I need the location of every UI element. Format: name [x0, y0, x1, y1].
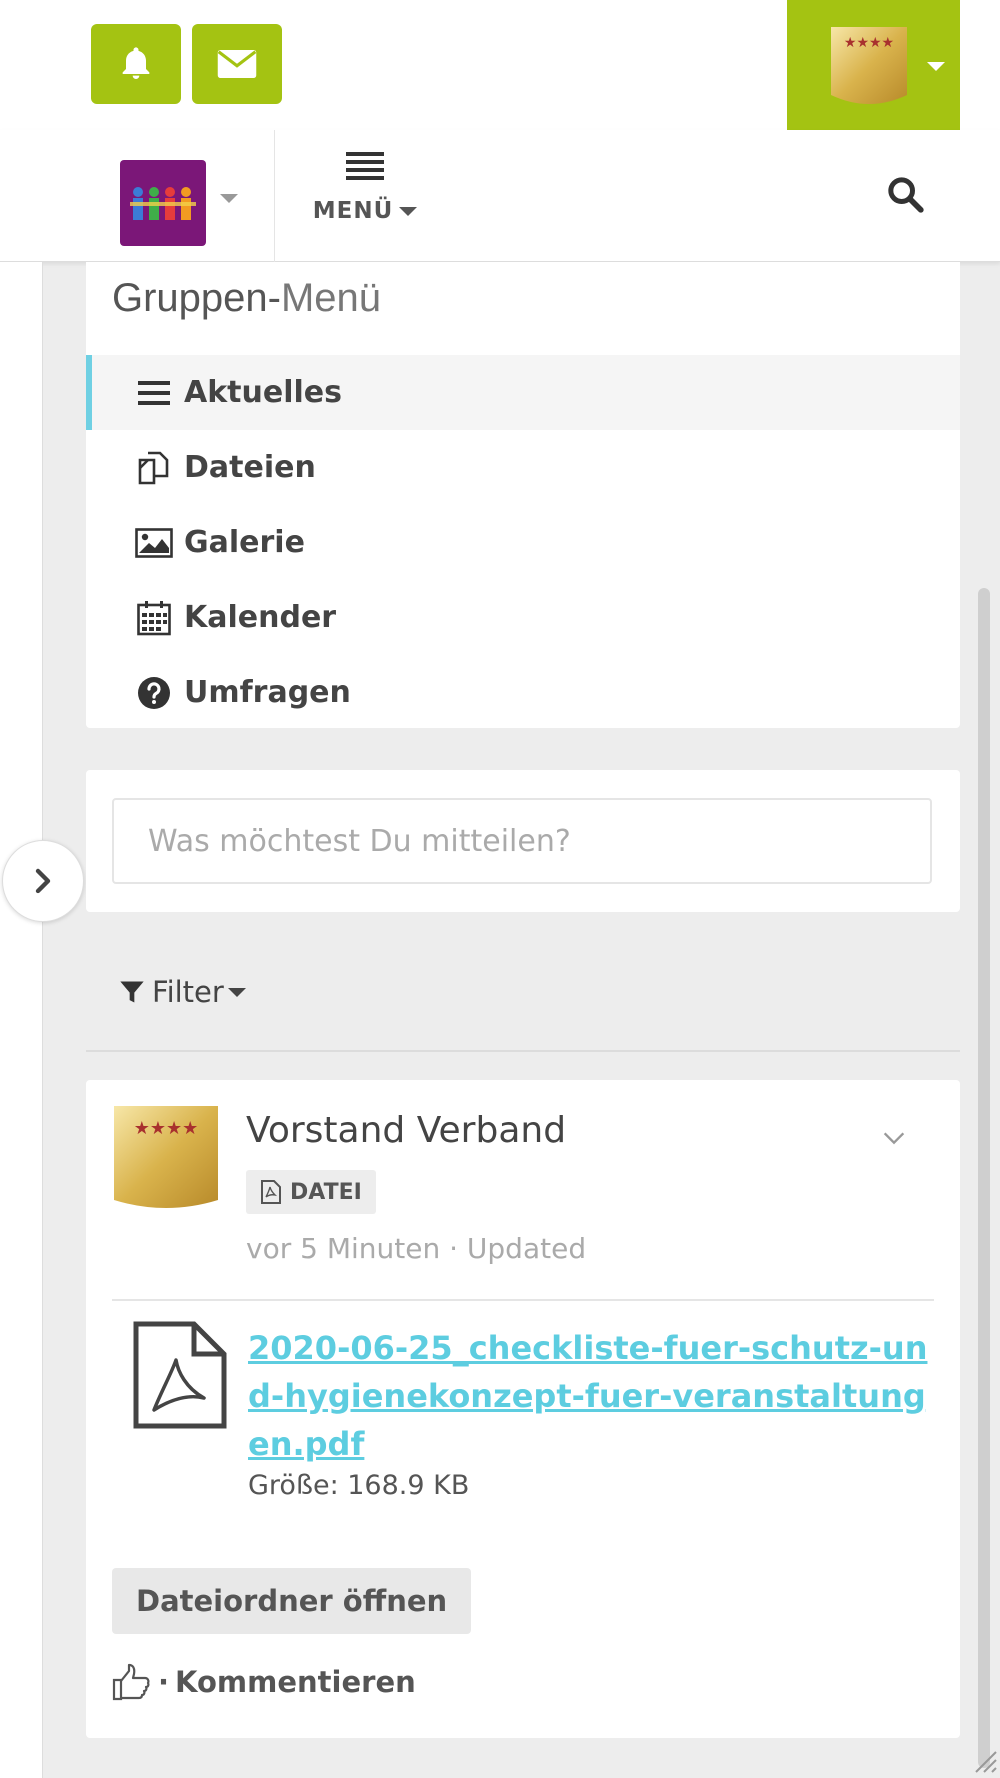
space-chooser-chevron-icon[interactable] [220, 194, 238, 203]
group-menu-item-aktuelles[interactable]: Aktuelles [86, 355, 960, 430]
messages-button[interactable] [192, 24, 282, 104]
image-icon [134, 523, 174, 563]
chevron-down-icon[interactable] [880, 1124, 908, 1152]
left-sidebar-edge [0, 262, 43, 1778]
content-type-label: DATEI [290, 1179, 362, 1205]
group-menu-item-galerie[interactable]: Galerie [86, 505, 960, 580]
group-menu-item-dateien[interactable]: Dateien [86, 430, 960, 505]
search-button[interactable] [885, 174, 929, 218]
envelope-icon [217, 50, 257, 78]
action-separator: · [158, 1665, 170, 1699]
menu-item-label: Galerie [184, 525, 305, 560]
menu-item-label: Dateien [184, 450, 316, 485]
entry-divider [112, 1299, 934, 1301]
question-icon [134, 673, 174, 713]
bell-icon [122, 47, 150, 79]
chevron-right-icon [35, 868, 51, 894]
filter-divider [86, 1050, 960, 1052]
chevron-down-icon [399, 207, 418, 216]
chevron-down-icon [227, 987, 246, 997]
search-icon [888, 177, 924, 213]
menu-label: MENÜ [313, 198, 418, 224]
thumbs-up-icon[interactable] [112, 1662, 152, 1702]
post-composer: Was möchtest Du mitteilen? [86, 770, 960, 912]
nav-bar: MENÜ [0, 130, 1000, 262]
file-download-link[interactable]: 2020-06-25_checkliste-fuer-schutz-und-hy… [248, 1324, 928, 1468]
filter-label: Filter [152, 975, 224, 1009]
entry-meta: vor 5 Minuten · Updated [246, 1232, 587, 1265]
files-icon [134, 448, 174, 488]
space-chooser-logo[interactable] [120, 160, 206, 246]
calendar-icon [134, 598, 174, 638]
menu-label-text: MENÜ [312, 198, 394, 224]
menu-item-label: Umfragen [184, 675, 351, 710]
nav-divider [274, 130, 275, 262]
filter-icon [120, 981, 144, 1003]
sidebar-toggle-button[interactable] [2, 840, 84, 922]
top-bar: ★★★★ [0, 0, 1000, 130]
svg-text:★★★★: ★★★★ [134, 1118, 199, 1139]
people-logo-icon [130, 187, 196, 220]
menu-item-label: Aktuelles [184, 375, 342, 410]
group-menu-title-main: Gruppen- [112, 276, 281, 320]
user-avatar: ★★★★ [831, 27, 907, 104]
open-folder-button[interactable]: Dateiordner öffnen [112, 1568, 472, 1634]
menu-item-label: Kalender [184, 600, 337, 635]
author-name[interactable]: Vorstand Verband [246, 1110, 566, 1151]
resize-grip-icon[interactable] [972, 1748, 998, 1774]
group-menu-title: Gruppen-Menü [112, 276, 381, 321]
hamburger-icon [346, 152, 384, 180]
group-menu-list: Aktuelles Dateien Galerie Kalender Umfra… [86, 355, 960, 730]
post-input[interactable]: Was möchtest Du mitteilen? [112, 798, 932, 884]
group-menu-title-light: Menü [280, 276, 382, 320]
chevron-down-icon [927, 62, 945, 71]
group-menu-item-umfragen[interactable]: Umfragen [86, 655, 960, 730]
file-size: Größe: 168.9 KB [248, 1470, 470, 1501]
notifications-button[interactable] [91, 24, 181, 104]
svg-text:★★★★: ★★★★ [844, 35, 894, 51]
user-account-dropdown[interactable]: ★★★★ [787, 0, 960, 130]
comment-link[interactable]: Kommentieren [175, 1665, 416, 1699]
stream-entry: ★★★★ Vorstand Verband DATEI vor 5 Minute… [86, 1080, 960, 1738]
author-avatar[interactable]: ★★★★ [112, 1104, 220, 1212]
content-type-badge: DATEI [246, 1170, 376, 1214]
group-menu-item-kalender[interactable]: Kalender [86, 580, 960, 655]
entry-actions: · Kommentieren [112, 1662, 416, 1702]
group-menu-panel: Gruppen-Menü Aktuelles Dateien Galerie K… [86, 262, 960, 728]
filter-dropdown[interactable]: Filter [118, 975, 246, 1009]
main-menu-button[interactable]: MENÜ [305, 150, 425, 250]
scrollbar[interactable] [978, 588, 990, 1768]
list-icon [134, 373, 174, 413]
pdf-file-icon [133, 1321, 227, 1429]
file-pdf-icon [261, 1180, 281, 1204]
